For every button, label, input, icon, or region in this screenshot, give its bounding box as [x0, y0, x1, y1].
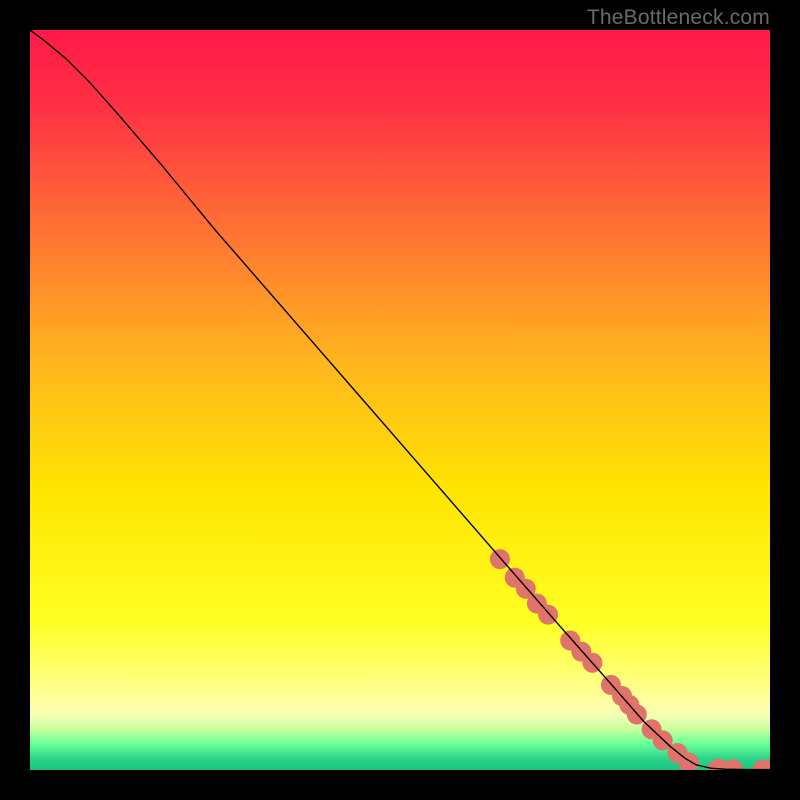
plot-area — [30, 30, 770, 770]
data-marker — [538, 605, 558, 625]
chart-frame: TheBottleneck.com — [0, 0, 800, 800]
watermark-text: TheBottleneck.com — [587, 6, 770, 30]
chart-svg — [30, 30, 770, 770]
